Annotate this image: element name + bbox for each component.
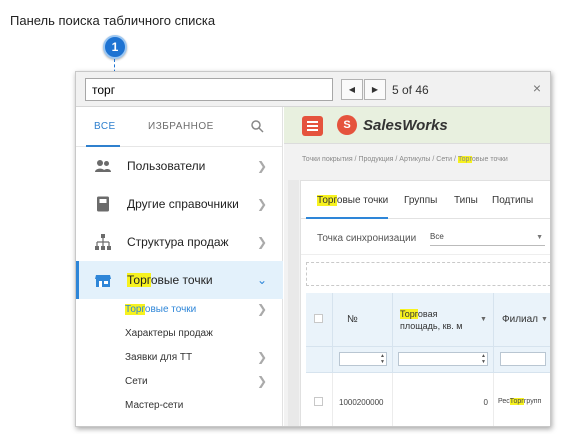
column-header-label: Торговая площадь, кв. м (400, 309, 463, 331)
subitem-master-networks[interactable]: Мастер-сети (125, 400, 183, 411)
tab-types[interactable]: Типы (454, 195, 478, 206)
column-header-label: № (347, 314, 358, 325)
users-icon (95, 160, 111, 172)
sidebar-item-users[interactable]: Пользователи ❯ (76, 147, 283, 185)
header-select-cell (306, 293, 333, 347)
sidebar-item-sales-structure[interactable]: Структура продаж ❯ (76, 223, 283, 261)
breadcrumb: Точки покрытия / Продукция / Артикулы / … (302, 156, 508, 163)
sync-point-select[interactable]: Все ▼ (430, 232, 545, 246)
triangle-right-icon: ▶ (371, 85, 379, 94)
tab-groups[interactable]: Группы (404, 195, 437, 206)
callout-marker: 1 (103, 35, 127, 59)
logo-icon: S (337, 115, 357, 135)
filter-cell (306, 347, 333, 373)
spinner-icon[interactable]: ▲ ▼ (380, 353, 385, 365)
previous-match-button[interactable]: ◀ (341, 79, 363, 100)
cell-value: РесТорггрупп (498, 398, 542, 405)
table-cell-number: 1000200000 (333, 373, 393, 426)
sidebar-item-label: Другие справочники (127, 197, 239, 211)
branch-filter-input[interactable] (500, 352, 546, 366)
sync-point-label: Точка синхронизации (317, 233, 417, 244)
subitem-outlets[interactable]: Торговые точки (125, 304, 196, 315)
close-icon: × (532, 80, 541, 96)
column-header-branch[interactable]: Филиал ▼ (494, 293, 550, 347)
search-input[interactable] (85, 78, 333, 101)
tab-all[interactable]: ВСЕ (94, 121, 116, 132)
content-tabs: Торговые точки Группы Типы Подтипы (301, 181, 550, 219)
chevron-right-icon: ❯ (257, 235, 268, 249)
sort-arrow-icon[interactable]: ▼ (480, 316, 487, 323)
table-cell-branch: РесТорггрупп (494, 373, 550, 426)
area-filter-input[interactable]: ▲ ▼ (398, 352, 488, 366)
hierarchy-icon (95, 234, 111, 250)
menu-button[interactable] (302, 116, 323, 136)
spinner-icon[interactable]: ▲ ▼ (481, 353, 486, 365)
hamburger-line (307, 125, 318, 127)
chevron-right-icon: ❯ (257, 350, 268, 364)
subitem-sales-characters[interactable]: Характеры продаж (125, 328, 213, 339)
sort-arrow-icon[interactable]: ▼ (541, 316, 548, 323)
app-logo: SalesWorks (363, 117, 448, 134)
store-icon (95, 275, 111, 287)
chevron-right-icon: ❯ (257, 374, 268, 388)
table-cell-area: 0 (393, 373, 494, 426)
tab-outlets[interactable]: Торговые точки (317, 195, 388, 206)
filter-cell (494, 347, 550, 373)
cell-value: 0 (483, 398, 488, 407)
sync-filter-row: Точка синхронизации Все ▼ (301, 219, 550, 255)
chevron-right-icon: ❯ (257, 197, 268, 211)
close-search-button[interactable]: × (533, 80, 541, 96)
column-header-area[interactable]: Торговая площадь, кв. м ▼ (393, 293, 494, 347)
filter-cell: ▲ ▼ (333, 347, 393, 373)
tab-favorites[interactable]: ИЗБРАННОЕ (148, 121, 214, 132)
sidebar-item-other-directories[interactable]: Другие справочники ❯ (76, 185, 283, 223)
group-drop-area[interactable] (306, 262, 550, 286)
nav-tabs: ВСЕ ИЗБРАННОЕ (76, 107, 282, 147)
next-match-button[interactable]: ▶ (364, 79, 386, 100)
sidebar-item-outlets[interactable]: Торговые точки ⌄ (76, 261, 283, 299)
filter-cell: ▲ ▼ (393, 347, 494, 373)
column-header-label: Филиал (502, 314, 539, 325)
row-checkbox[interactable] (314, 397, 323, 406)
column-header-number[interactable]: № (333, 293, 393, 347)
chevron-right-icon: ❯ (257, 302, 268, 316)
number-filter-input[interactable]: ▲ ▼ (339, 352, 387, 366)
book-icon (97, 196, 109, 212)
sidebar-item-label: Структура продаж (127, 235, 229, 249)
sidebar-item-label: Пользователи (127, 159, 206, 173)
search-icon[interactable] (250, 119, 264, 133)
subitem-outlet-requests[interactable]: Заявки для ТТ (125, 352, 192, 363)
sync-point-value: Все (430, 232, 444, 241)
left-navigation: ВСЕ ИЗБРАННОЕ Пользователи ❯ Другие спра… (76, 107, 283, 426)
select-all-checkbox[interactable] (314, 314, 323, 323)
tab-subtypes[interactable]: Подтипы (492, 195, 533, 206)
app-window: ◀ ▶ 5 of 46 × ВСЕ ИЗБРАННОЕ Пользователи (75, 71, 551, 427)
triangle-left-icon: ◀ (348, 85, 356, 94)
main-content: S SalesWorks Точки покрытия / Продукция … (284, 107, 550, 426)
page-caption: Панель поиска табличного списка (10, 13, 216, 28)
outlets-panel: Торговые точки Группы Типы Подтипы Точка… (300, 180, 550, 426)
hamburger-line (307, 129, 318, 131)
search-bar: ◀ ▶ 5 of 46 × (76, 72, 550, 107)
chevron-right-icon: ❯ (257, 159, 268, 173)
cell-value: 1000200000 (339, 398, 384, 407)
subitem-networks[interactable]: Сети (125, 376, 148, 387)
match-counter: 5 of 46 (392, 83, 429, 97)
table-row[interactable] (306, 373, 333, 426)
app-header: S SalesWorks (284, 107, 550, 144)
dropdown-arrow-icon: ▼ (536, 234, 543, 241)
content-scrollbar[interactable] (288, 180, 299, 426)
chevron-down-icon: ⌄ (257, 273, 268, 287)
hamburger-icon (307, 121, 318, 123)
sidebar-item-label: Торговые точки (127, 273, 213, 287)
